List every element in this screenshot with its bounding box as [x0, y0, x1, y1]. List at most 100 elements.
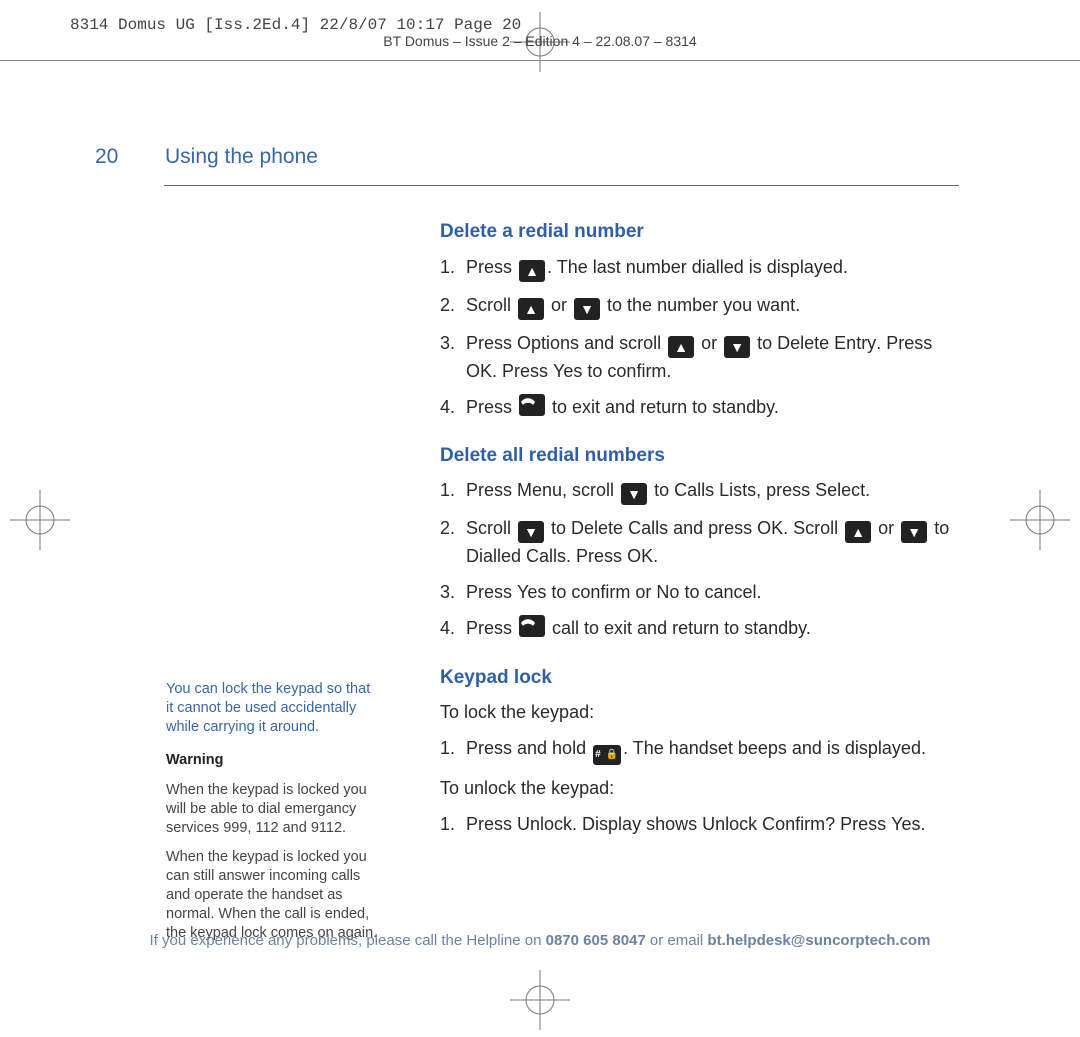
main-column: Delete a redial number 1. Press ▲. The l…	[440, 218, 960, 847]
ui-label: OK.	[466, 361, 497, 381]
step-number: 1.	[440, 477, 455, 503]
step-number: 4.	[440, 394, 455, 420]
step: 2. Scroll ▲ or ▼ to the number you want.	[440, 292, 960, 320]
step-text: call to exit and return to standby.	[547, 618, 811, 638]
ui-label: Unlock Confirm?	[702, 814, 835, 834]
step-text: Press	[466, 397, 517, 417]
step-number: 1.	[440, 811, 455, 837]
heading-keypad-lock: Keypad lock	[440, 664, 960, 692]
top-rule	[0, 60, 1080, 61]
step-number: 1.	[440, 254, 455, 280]
hangup-key-icon	[519, 615, 545, 637]
ui-label: OK.	[757, 518, 788, 538]
sidebar-tip: You can lock the keypad so that it canno…	[166, 680, 381, 737]
step-text: and scroll	[579, 333, 666, 353]
ui-label: Dialled Calls	[466, 546, 566, 566]
step-text: Press	[466, 618, 517, 638]
step-text: Press	[466, 257, 517, 277]
paragraph: To unlock the keypad:	[440, 775, 960, 801]
step-text: to	[649, 480, 674, 500]
ui-label: Yes	[553, 361, 582, 381]
step-number: 2.	[440, 292, 455, 318]
step-text: Press	[497, 361, 553, 381]
footer-phone: 0870 605 8047	[546, 932, 646, 949]
step-text: or	[873, 518, 899, 538]
step: 1. Press Unlock. Display shows Unlock Co…	[440, 811, 960, 837]
step-number: 3.	[440, 579, 455, 605]
step-number: 2.	[440, 515, 455, 541]
step-text: . Display shows	[572, 814, 702, 834]
ui-label: Yes	[891, 814, 920, 834]
step: 4. Press to exit and return to standby.	[440, 394, 960, 420]
step-text: to	[929, 518, 949, 538]
step-text: . Press	[566, 546, 627, 566]
step-text: to	[546, 518, 571, 538]
step-text: and press	[668, 518, 757, 538]
step-text: or	[546, 295, 572, 315]
step-text: Press	[466, 333, 517, 353]
step-text: Scroll	[466, 518, 516, 538]
step-text: . The last number dialled is displayed.	[547, 257, 848, 277]
footer-helpline: If you experience any problems, please c…	[0, 932, 1080, 949]
ui-label: Delete Entry	[777, 333, 876, 353]
registration-mark-right	[1010, 490, 1070, 550]
footer-text: or email	[646, 932, 708, 949]
step-text: Press	[466, 480, 517, 500]
ui-label: Unlock	[517, 814, 572, 834]
footer-email: bt.helpdesk@suncorptech.com	[707, 932, 930, 949]
step-text: Scroll	[466, 295, 516, 315]
registration-mark-bottom	[510, 970, 570, 1030]
step-text: , scroll	[562, 480, 619, 500]
step-text: Press and hold	[466, 738, 591, 758]
step-text: to confirm.	[582, 361, 671, 381]
page-number: 20	[95, 145, 118, 169]
step: 4. Press call to exit and return to stan…	[440, 615, 960, 641]
step-text: .	[865, 480, 870, 500]
step-text: or	[696, 333, 722, 353]
heading-delete-redial: Delete a redial number	[440, 218, 960, 246]
step-text: , press	[756, 480, 815, 500]
sidebar-warning-text: When the keypad is locked you can still …	[166, 848, 381, 944]
step: 2. Scroll ▼ to Delete Calls and press OK…	[440, 515, 960, 569]
step-text: . The handset beeps and is displayed.	[623, 738, 926, 758]
ui-label: OK.	[627, 546, 658, 566]
step-text: Press	[466, 814, 517, 834]
step-text: Press	[835, 814, 891, 834]
step-number: 3.	[440, 330, 455, 356]
step-text: .	[921, 814, 926, 834]
step-number: 4.	[440, 615, 455, 641]
step-text: to confirm or	[546, 582, 656, 602]
sidebar-notes: You can lock the keypad so that it canno…	[166, 680, 381, 954]
step-text: to the number you want.	[602, 295, 800, 315]
step-text: to cancel.	[679, 582, 761, 602]
step-text: . Press	[876, 333, 932, 353]
down-key-icon: ▼	[901, 521, 927, 543]
print-slug: 8314 Domus UG [Iss.2Ed.4] 22/8/07 10:17 …	[70, 16, 521, 34]
step-text: Press	[466, 582, 517, 602]
sidebar-warning-heading: Warning	[166, 751, 381, 770]
footer-text: If you experience any problems, please c…	[150, 932, 546, 949]
step-text: to	[752, 333, 777, 353]
down-key-icon: ▼	[724, 336, 750, 358]
ui-label: Calls Lists	[674, 480, 756, 500]
step: 3. Press Options and scroll ▲ or ▼ to De…	[440, 330, 960, 384]
registration-mark-left	[10, 490, 70, 550]
ui-label: No	[656, 582, 679, 602]
hash-key-icon: # 🔒	[593, 745, 621, 765]
ui-label: Select	[815, 480, 865, 500]
up-key-icon: ▲	[845, 521, 871, 543]
up-key-icon: ▲	[668, 336, 694, 358]
step: 1. Press ▲. The last number dialled is d…	[440, 254, 960, 282]
step: 1. Press and hold # 🔒. The handset beeps…	[440, 735, 960, 765]
down-key-icon: ▼	[574, 298, 600, 320]
ui-label: Delete Calls	[571, 518, 668, 538]
down-key-icon: ▼	[621, 483, 647, 505]
page-title: Using the phone	[165, 145, 318, 169]
paragraph: To lock the keypad:	[440, 699, 960, 725]
step: 3. Press Yes to confirm or No to cancel.	[440, 579, 960, 605]
hangup-key-icon	[519, 394, 545, 416]
ui-label: Yes	[517, 582, 546, 602]
sidebar-warning-text: When the keypad is locked you will be ab…	[166, 781, 381, 838]
title-rule	[164, 185, 959, 186]
down-key-icon: ▼	[518, 521, 544, 543]
